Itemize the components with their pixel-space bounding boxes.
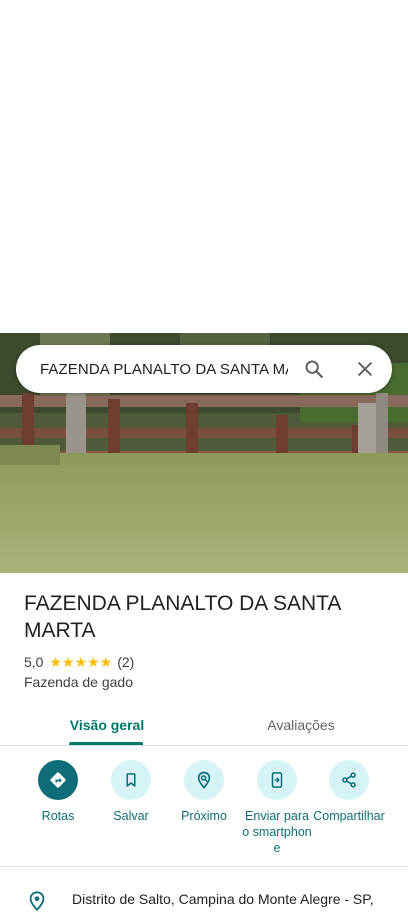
nearby-icon (197, 771, 211, 789)
send-to-phone-button-circle (257, 760, 297, 800)
action-bar: Rotas Salvar Próximo Enviar para o smart… (0, 760, 408, 860)
send-to-phone-icon (271, 772, 283, 788)
search-button[interactable] (302, 357, 326, 381)
place-address[interactable]: Distrito de Salto, Campina do Monte Aleg… (72, 891, 392, 907)
tab-reviews[interactable]: Avaliações (218, 705, 384, 745)
rating-value: 5,0 (24, 654, 44, 670)
star-icon: ★★★★★ (49, 654, 113, 670)
save-button-circle (111, 760, 151, 800)
save-label: Salvar (113, 809, 149, 823)
rating-stars: ★★★★★ (49, 655, 112, 669)
directions-button-circle (38, 760, 78, 800)
directions-label: Rotas (41, 809, 75, 823)
directions-button[interactable]: Rotas (21, 760, 95, 824)
place-title: FAZENDA PLANALTO DA SANTA MARTA (24, 592, 341, 642)
search-input[interactable]: FAZENDA PLANALTO DA SANTA MA (40, 361, 288, 378)
close-button[interactable] (353, 357, 377, 381)
place-category: Fazenda de gado (24, 674, 133, 690)
close-icon (358, 362, 372, 376)
actions-divider (0, 866, 408, 867)
map-blank-area (0, 0, 408, 333)
save-button[interactable]: Salvar (94, 760, 168, 824)
share-label: Compartilhar (313, 809, 385, 823)
share-icon (342, 772, 356, 788)
tab-overview[interactable]: Visão geral (24, 705, 190, 745)
bookmark-icon (126, 773, 136, 787)
rating-row[interactable]: 5,0 ★★★★★ (2) (24, 653, 134, 671)
location-pin-icon (26, 890, 48, 912)
review-count: (2) (117, 654, 135, 670)
search-icon (305, 360, 323, 378)
directions-icon (50, 772, 66, 788)
share-button[interactable]: Compartilhar (312, 760, 386, 824)
tab-divider (0, 745, 408, 746)
nearby-button[interactable]: Próximo (167, 760, 241, 824)
share-button-circle (329, 760, 369, 800)
send-to-phone-label: Enviar para o smartphone (242, 809, 312, 855)
nearby-label: Próximo (181, 809, 227, 823)
tab-bar: Visão geral Avaliações (0, 705, 408, 745)
search-bar[interactable]: FAZENDA PLANALTO DA SANTA MA (16, 345, 392, 393)
send-to-phone-button[interactable]: Enviar para o smartphone (240, 760, 314, 856)
nearby-button-circle (184, 760, 224, 800)
